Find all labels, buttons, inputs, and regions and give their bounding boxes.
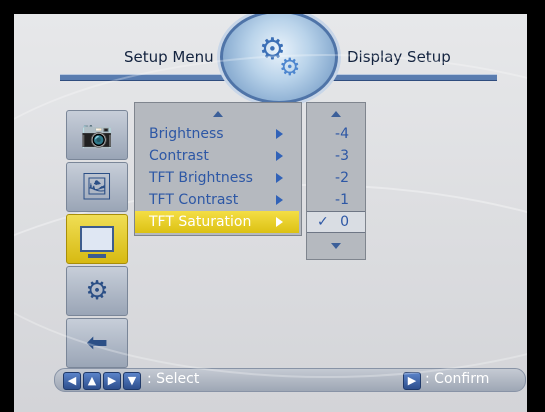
down-arrow-icon [331,243,341,249]
sidebar-item-exit[interactable]: ⬅ [66,318,128,368]
value-option[interactable]: -4 [307,123,365,145]
menu-item-tft-saturation[interactable]: TFT Saturation [135,211,299,233]
scroll-up-arrow[interactable] [135,107,301,121]
chevron-right-icon [276,173,283,183]
sidebar-item-system-settings[interactable]: ⚙ [66,266,128,316]
sidebar-item-display-setup[interactable] [66,214,128,264]
menu-item-label: Contrast [149,148,209,164]
sidebar-item-image-settings[interactable]: 🖼 [66,162,128,212]
chevron-right-icon [276,151,283,161]
value-scroll-up[interactable] [307,107,365,121]
value-option[interactable]: -1 [307,189,365,211]
chevron-right-icon [276,129,283,139]
display-setup-menu: Brightness Contrast TFT Brightness TFT C… [134,102,302,236]
header-left-bar [60,74,230,81]
picture-gear-icon: ⚙ [85,276,109,306]
header-right-bar [332,74,497,81]
gear-icon: ⚙ [259,32,286,67]
menu-item-contrast[interactable]: Contrast [135,145,299,167]
menu-item-label: TFT Saturation [149,214,252,230]
header-display-setup-title: Display Setup [347,48,451,66]
header-setup-menu-title: Setup Menu [124,48,214,66]
camera-wrench-icon: 📷 [80,120,114,150]
monitor-icon [80,226,114,258]
menu-item-tft-brightness[interactable]: TFT Brightness [135,167,299,189]
sidebar-item-camera-settings[interactable]: 📷 [66,110,128,160]
up-arrow-icon: ▲ [83,372,101,390]
left-arrow-icon: ◀ [63,372,81,390]
select-hint: : Select [147,371,200,387]
right-arrow-icon: ▶ [103,372,121,390]
up-arrow-icon [331,111,341,117]
saturation-value-list: -4 -3 -2 -1 ✓ 0 [306,102,366,260]
picture-icon: 🖼 [80,172,114,202]
confirm-hint: : Confirm [425,371,490,387]
value-scroll-down[interactable] [307,239,365,253]
checkmark-icon: ✓ [317,214,329,230]
exit-arrow-icon: ⬅ [86,328,108,358]
setup-screen: Setup Menu Display Setup ⚙ ⚙ 📷 🖼 ⚙ ⬅ Bri… [14,14,527,412]
value-option-text: 0 [340,214,349,230]
chevron-right-icon [276,217,283,227]
menu-item-label: TFT Brightness [149,170,253,186]
footer-hint-bar: ◀ ▲ ▶ ▼ : Select ▶ : Confirm [54,368,526,392]
value-option[interactable]: -2 [307,167,365,189]
menu-item-label: Brightness [149,126,224,142]
menu-item-label: TFT Contrast [149,192,239,208]
setup-logo: ⚙ ⚙ [220,14,338,104]
gear-icon: ⚙ [279,53,301,81]
value-option-selected[interactable]: ✓ 0 [307,211,365,233]
menu-item-brightness[interactable]: Brightness [135,123,299,145]
play-icon: ▶ [403,372,421,390]
menu-item-tft-contrast[interactable]: TFT Contrast [135,189,299,211]
up-arrow-icon [213,111,223,117]
down-arrow-icon: ▼ [123,372,141,390]
chevron-right-icon [276,195,283,205]
value-option[interactable]: -3 [307,145,365,167]
